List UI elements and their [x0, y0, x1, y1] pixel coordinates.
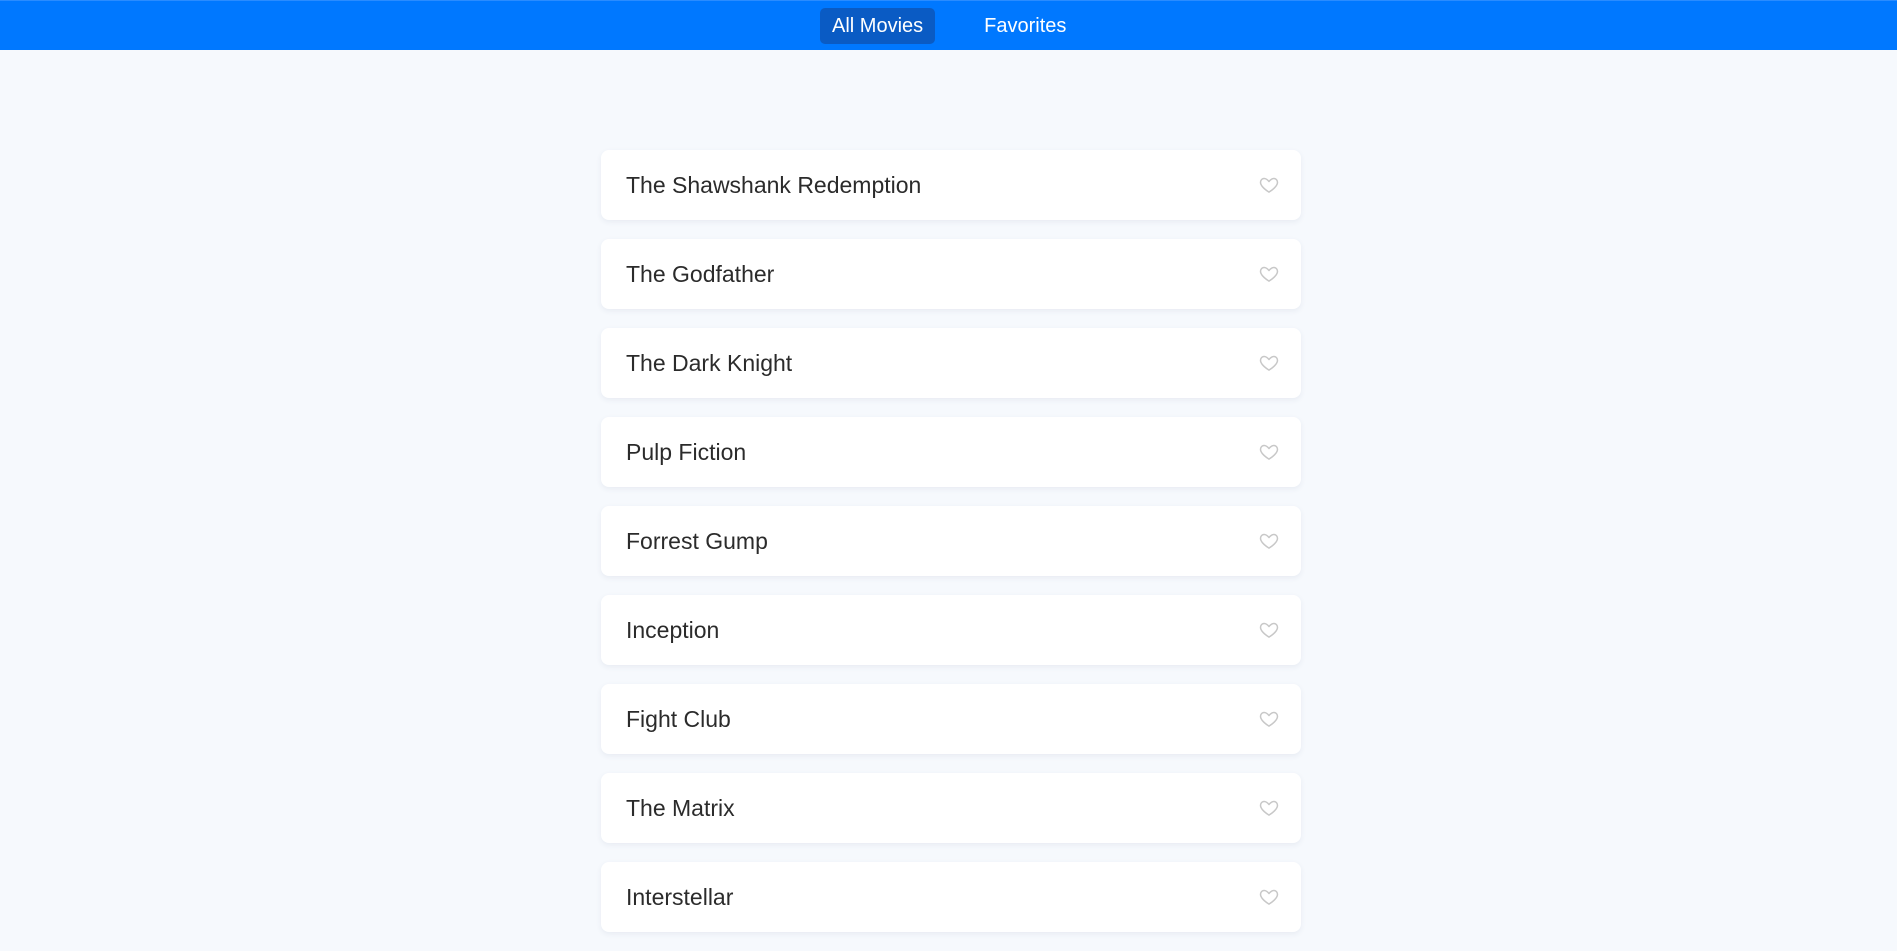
heart-outline-icon[interactable] — [1259, 531, 1279, 551]
movie-card: The Dark Knight — [601, 328, 1301, 398]
movie-card: Forrest Gump — [601, 506, 1301, 576]
movie-card: Inception — [601, 595, 1301, 665]
movie-title: The Dark Knight — [626, 350, 793, 376]
nav-tabs: All Movies Favorites — [820, 8, 1078, 44]
movie-card: Fight Club — [601, 684, 1301, 754]
movie-title: The Godfather — [626, 261, 775, 287]
heart-outline-icon[interactable] — [1259, 264, 1279, 284]
movie-title: Inception — [626, 617, 720, 643]
movie-card: The Shawshank Redemption — [601, 150, 1301, 220]
heart-outline-icon[interactable] — [1259, 798, 1279, 818]
movie-title: Interstellar — [626, 884, 734, 910]
tab-all-movies[interactable]: All Movies — [820, 8, 936, 44]
movie-title: Forrest Gump — [626, 528, 768, 554]
movie-title: The Shawshank Redemption — [626, 172, 922, 198]
movie-title: Fight Club — [626, 706, 731, 732]
movie-title: The Matrix — [626, 795, 735, 821]
heart-outline-icon[interactable] — [1259, 353, 1279, 373]
movie-card: The Matrix — [601, 773, 1301, 843]
top-nav-bar: All Movies Favorites — [0, 0, 1897, 50]
tab-favorites[interactable]: Favorites — [972, 8, 1078, 44]
movie-title: Pulp Fiction — [626, 439, 747, 465]
heart-outline-icon[interactable] — [1259, 175, 1279, 195]
movie-card: Pulp Fiction — [601, 417, 1301, 487]
heart-outline-icon[interactable] — [1259, 709, 1279, 729]
heart-outline-icon[interactable] — [1259, 887, 1279, 907]
heart-outline-icon[interactable] — [1259, 442, 1279, 462]
movie-card: Interstellar — [601, 862, 1301, 932]
heart-outline-icon[interactable] — [1259, 620, 1279, 640]
movie-card: The Godfather — [601, 239, 1301, 309]
movie-list: The Shawshank Redemption The Godfather T… — [601, 150, 1301, 951]
